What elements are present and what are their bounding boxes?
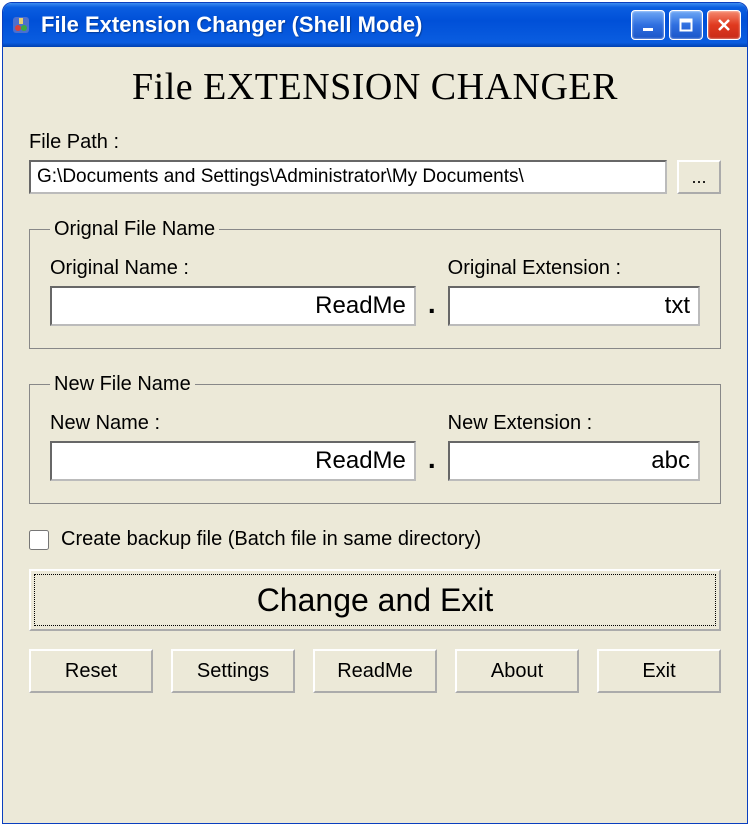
button-row: Reset Settings ReadMe About Exit xyxy=(29,649,721,693)
filepath-row: ... xyxy=(29,160,721,194)
window-buttons xyxy=(631,10,741,40)
filepath-input[interactable] xyxy=(29,160,667,194)
new-name-input[interactable] xyxy=(50,441,416,481)
filepath-label: File Path : xyxy=(29,131,721,154)
exit-button[interactable]: Exit xyxy=(597,649,721,693)
client-area: File EXTENSION CHANGER File Path : ... O… xyxy=(3,47,747,823)
titlebar: File Extension Changer (Shell Mode) xyxy=(3,3,747,47)
original-fieldset: Orignal File Name Original Name : . Orig… xyxy=(29,218,721,349)
new-ext-input[interactable] xyxy=(448,441,700,481)
backup-label[interactable]: Create backup file (Batch file in same d… xyxy=(61,528,481,551)
original-legend: Orignal File Name xyxy=(50,218,219,241)
reset-button[interactable]: Reset xyxy=(29,649,153,693)
original-name-input[interactable] xyxy=(50,286,416,326)
settings-button[interactable]: Settings xyxy=(171,649,295,693)
change-and-exit-button[interactable]: Change and Exit xyxy=(29,569,721,631)
backup-checkbox[interactable] xyxy=(29,530,49,550)
original-ext-input[interactable] xyxy=(448,286,700,326)
original-ext-label: Original Extension : xyxy=(448,257,700,280)
backup-row: Create backup file (Batch file in same d… xyxy=(29,528,721,551)
dot-separator-icon: . xyxy=(428,443,436,475)
app-window: File Extension Changer (Shell Mode) File… xyxy=(2,2,748,824)
about-button[interactable]: About xyxy=(455,649,579,693)
new-fieldset: New File Name New Name : . New Extension… xyxy=(29,373,721,504)
readme-button[interactable]: ReadMe xyxy=(313,649,437,693)
close-button[interactable] xyxy=(707,10,741,40)
maximize-button[interactable] xyxy=(669,10,703,40)
app-icon xyxy=(9,13,33,37)
original-name-label: Original Name : xyxy=(50,257,416,280)
new-name-label: New Name : xyxy=(50,412,416,435)
app-title: File EXTENSION CHANGER xyxy=(29,65,721,109)
minimize-button[interactable] xyxy=(631,10,665,40)
dot-separator-icon: . xyxy=(428,288,436,320)
browse-button[interactable]: ... xyxy=(677,160,721,194)
new-ext-label: New Extension : xyxy=(448,412,700,435)
window-title: File Extension Changer (Shell Mode) xyxy=(41,12,623,38)
new-legend: New File Name xyxy=(50,373,195,396)
